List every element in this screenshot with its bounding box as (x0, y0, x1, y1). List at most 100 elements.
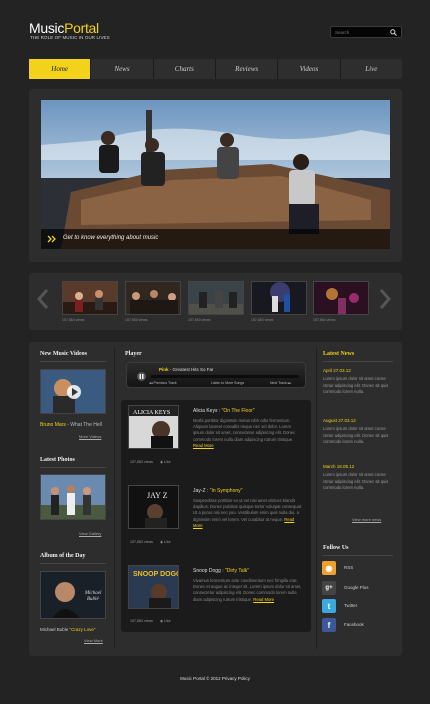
album-artist: Michael Buble (40, 627, 69, 632)
song-cover[interactable]: SNOOP DOGG (128, 565, 179, 609)
photo-preview[interactable] (40, 474, 106, 520)
view-more-link[interactable]: View More (84, 638, 103, 643)
thumb-caption: 157,863 views (251, 318, 274, 322)
listen-more-button[interactable]: Listen to More Songs (211, 381, 244, 385)
now-playing: Pink - Greatest Hits So Far (159, 367, 214, 372)
hero-caption[interactable]: Get to know everything about music (41, 229, 390, 249)
like-label: Like (164, 619, 171, 623)
album-caption: Michael Buble "Crazy Love" (40, 627, 96, 632)
view-gallery-link[interactable]: View Gallery (79, 531, 101, 536)
album-cover[interactable]: Michael Bublé (40, 571, 106, 619)
video-caption[interactable]: Bruno Mars - What The Hell (40, 422, 102, 428)
song-title[interactable]: Jay-Z : "In Symphony" (193, 488, 242, 494)
nav-news[interactable]: News (91, 59, 154, 79)
carousel-prev-icon[interactable] (36, 288, 50, 310)
divider-line (40, 361, 106, 362)
facebook-icon[interactable]: f (322, 618, 336, 632)
social-label-facebook[interactable]: Facebook (344, 622, 364, 627)
thumb-caption: 157,863 views (125, 318, 148, 322)
video-preview[interactable] (40, 369, 106, 414)
nav-videos[interactable]: Videos (278, 59, 341, 79)
nav-home[interactable]: Home (29, 59, 92, 79)
social-label-google-plus[interactable]: Google Plus (344, 585, 369, 590)
carousel-thumb[interactable] (188, 281, 244, 315)
read-more-link[interactable]: Read More (253, 597, 274, 602)
next-track-label: Next Track (270, 381, 287, 385)
carousel-thumb[interactable] (62, 281, 118, 315)
column-divider (114, 347, 115, 649)
news-text[interactable]: Lorem ipsum dolor sit amet conse ctetur … (323, 376, 393, 396)
song-title[interactable]: Alicia Keys : "On The Floor" (193, 408, 255, 414)
audio-player: Pink - Greatest Hits So Far ◂◂ Previous … (126, 362, 306, 388)
svg-text:SNOOP DOGG: SNOOP DOGG (133, 571, 179, 578)
pause-icon (139, 374, 144, 379)
carousel-thumb[interactable] (251, 281, 307, 315)
like-label: Like (164, 540, 171, 544)
footer-text[interactable]: Music Portal © 2012 Privacy Policy (0, 676, 430, 681)
now-playing-artist: Pink (159, 367, 169, 372)
read-more-link[interactable]: Read More (193, 443, 214, 448)
site-logo[interactable]: MusicPortal (29, 20, 99, 36)
like-button[interactable]: ◉ Like (160, 540, 171, 544)
news-date: April 27.03.12 (323, 368, 351, 373)
next-track-button[interactable]: Next Track ▸▸ (270, 381, 291, 385)
song-artist: Jay-Z : (193, 488, 210, 494)
news-date: March 18.05.12 (323, 464, 355, 469)
svg-text:Bublé: Bublé (87, 597, 99, 602)
like-button[interactable]: ◉ Like (160, 460, 171, 464)
like-label: Like (164, 460, 171, 464)
song-views: 157,863 views (130, 540, 153, 544)
song-desc-text: Vivamus fermentum ante condimentum nec f… (193, 578, 302, 602)
twitter-icon[interactable]: t (322, 599, 336, 613)
album-title: "Crazy Love" (69, 627, 96, 632)
song-description: Vivamus fermentum ante condimentum nec f… (193, 578, 303, 603)
carousel-next-icon[interactable] (378, 288, 392, 310)
album-of-day-heading: Album of the Day (40, 553, 86, 559)
social-label-twitter[interactable]: Twitter (344, 603, 357, 608)
news-date: August 27.03.12 (323, 418, 356, 423)
song-title[interactable]: Snoop Dogg : "Dirty Talk" (193, 568, 249, 574)
hero-image[interactable] (41, 100, 390, 249)
svg-text:JAY Z: JAY Z (147, 491, 168, 500)
main-nav: Home News Charts Reviews Videos Live (29, 59, 402, 79)
song-views: 157,863 views (130, 460, 153, 464)
carousel-thumb[interactable] (125, 281, 181, 315)
search-input[interactable] (335, 28, 389, 37)
carousel-thumb[interactable] (313, 281, 369, 315)
nav-reviews[interactable]: Reviews (216, 59, 279, 79)
prev-track-label: Previous Track (153, 381, 177, 385)
thumb-caption: 157,863 views (188, 318, 211, 322)
more-videos-link[interactable]: More Videos (79, 434, 101, 439)
view-more-news-link[interactable]: View more news (352, 517, 381, 522)
song-name: "Dirty Talk" (224, 568, 249, 574)
svg-text:ALICIA KEYS: ALICIA KEYS (133, 410, 170, 416)
nav-live[interactable]: Live (341, 59, 402, 79)
like-button[interactable]: ◉ Like (160, 619, 171, 623)
logo-part-1: Music (29, 20, 65, 36)
progress-bar[interactable] (151, 375, 299, 378)
search-icon[interactable] (390, 29, 397, 36)
song-cover[interactable]: ALICIA KEYS (128, 405, 179, 449)
pause-button[interactable] (137, 372, 146, 381)
thumb-caption: 157,863 views (313, 318, 336, 322)
song-cover[interactable]: JAY Z (128, 485, 179, 529)
song-desc-text: Morbi porttitor dignissim metus nibh odi… (193, 418, 296, 442)
nav-charts[interactable]: Charts (154, 59, 216, 79)
thumb-caption: 157,863 views (62, 318, 85, 322)
news-text[interactable]: Lorem ipsum dolor sit amet conse ctetur … (323, 426, 393, 446)
song-name: "On The Floor" (221, 408, 255, 414)
song-description: Morbi porttitor dignissim metus nibh odi… (193, 418, 303, 449)
song-artist: Snoop Dogg : (193, 568, 225, 574)
svg-text:Michael: Michael (84, 591, 102, 596)
rss-icon[interactable]: ◉ (322, 561, 336, 575)
player-heading: Player (125, 351, 142, 357)
hero-caption-text: Get to know everything about music (63, 235, 159, 241)
news-text[interactable]: Lorem ipsum dolor sit amet conse ctetur … (323, 472, 393, 492)
latest-news-heading: Latest News (323, 351, 355, 357)
prev-track-button[interactable]: ◂◂ Previous Track (149, 381, 177, 385)
divider-line (40, 467, 106, 468)
google-plus-icon[interactable]: g+ (322, 581, 336, 595)
double-chevron-right-icon (47, 235, 56, 243)
new-videos-heading: New Music Videos (40, 351, 87, 357)
social-label-rss[interactable]: RSS (344, 565, 353, 570)
